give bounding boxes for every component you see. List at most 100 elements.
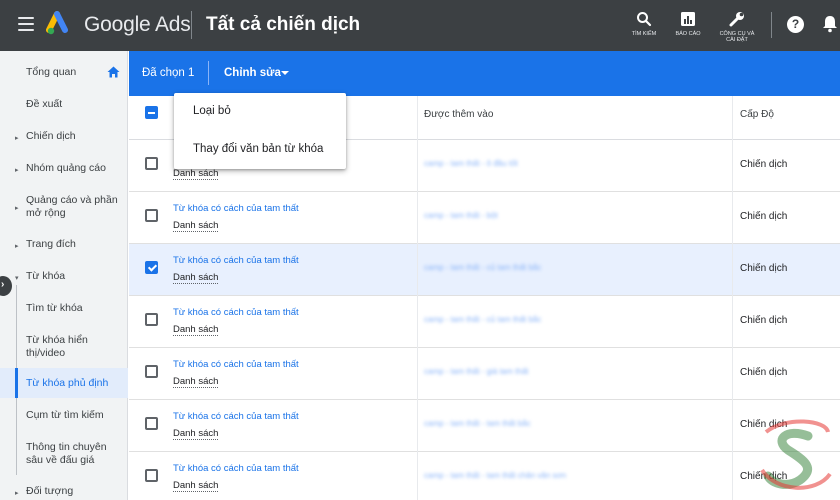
- row-checkbox[interactable]: [145, 469, 158, 482]
- menu-item-change-keyword-text[interactable]: Thay đổi văn bản từ khóa: [193, 143, 323, 155]
- table-row[interactable]: Từ khóa có cách của tam thất Danh sách c…: [129, 296, 840, 348]
- search-icon: [633, 8, 655, 30]
- select-all-checkbox[interactable]: [145, 106, 158, 119]
- sidebar-item-search-terms[interactable]: Cụm từ tìm kiếm: [0, 409, 128, 425]
- wrench-icon: [726, 8, 748, 30]
- toolbar-divider: [771, 12, 772, 38]
- sidebar-nav: Tổng quan Đề xuất ▸ Chiến dịch ▸ Nhóm qu…: [0, 51, 128, 500]
- chevron-right-icon: ▸: [15, 490, 19, 497]
- row-list-link[interactable]: Danh sách: [173, 480, 219, 492]
- chevron-right-icon: ▸: [15, 135, 19, 142]
- sidebar-item-label: mở rộng: [26, 207, 66, 219]
- table-row[interactable]: Từ khóa có cách của tam thất Danh sách c…: [129, 348, 840, 400]
- chevron-right-icon: ▸: [15, 167, 19, 174]
- row-keyword-link[interactable]: Từ khóa có cách của tam thất: [173, 411, 299, 422]
- table-row-selected[interactable]: Từ khóa có cách của tam thất Danh sách c…: [129, 244, 840, 296]
- row-added-to[interactable]: camp - tam thất - ô đầu tốt: [424, 159, 518, 168]
- column-divider: [417, 96, 418, 500]
- row-added-to[interactable]: camp - tam thất - củ tam thất bắc: [424, 315, 541, 324]
- chevron-right-icon: ▸: [15, 243, 19, 250]
- row-list-link[interactable]: Danh sách: [173, 168, 219, 180]
- bell-icon[interactable]: [822, 15, 838, 33]
- sidebar-item-keyword-planner[interactable]: Tìm từ khóa: [0, 302, 128, 318]
- row-added-to[interactable]: camp - tam thất - bột: [424, 211, 498, 220]
- row-list-link[interactable]: Danh sách: [173, 376, 219, 388]
- sidebar-item-display-video-keywords[interactable]: Từ khóa hiển thị/video: [0, 334, 128, 362]
- reports-tool-button[interactable]: Báo cáo: [670, 8, 706, 37]
- row-keyword-link[interactable]: Từ khóa có cách của tam thất: [173, 463, 299, 474]
- row-list-link[interactable]: Danh sách: [173, 220, 219, 232]
- chevron-right-icon: ▸: [15, 205, 19, 212]
- sidebar-item-ad-groups[interactable]: ▸ Nhóm quảng cáo: [0, 162, 128, 178]
- row-checkbox[interactable]: [145, 365, 158, 378]
- sidebar-item-label: Nhóm quảng cáo: [26, 162, 106, 174]
- row-level: Chiến dịch: [740, 159, 788, 170]
- column-divider: [732, 96, 733, 500]
- row-checkbox-checked[interactable]: [145, 261, 158, 274]
- row-list-link[interactable]: Danh sách: [173, 272, 219, 284]
- row-checkbox[interactable]: [145, 209, 158, 222]
- row-checkbox[interactable]: [145, 157, 158, 170]
- sidebar-item-label: Từ khóa phủ định: [26, 377, 109, 389]
- selected-count: Đã chọn 1: [142, 67, 195, 79]
- tools-settings-label-2: cài đặt: [726, 37, 748, 43]
- sidebar-item-label: Từ khóa hiển: [26, 334, 88, 346]
- sidebar-item-label: Quảng cáo và phần: [26, 194, 118, 206]
- sidebar-item-label: Thông tin chuyên: [26, 441, 107, 453]
- row-added-to[interactable]: camp - tam thất - tam thất bắc: [424, 419, 531, 428]
- sidebar-item-label: Đối tượng: [26, 485, 74, 497]
- edit-dropdown-menu: Loại bỏ Thay đổi văn bản từ khóa: [174, 93, 346, 169]
- selection-action-bar: Đã chọn 1 Chỉnh sửa: [129, 51, 840, 96]
- row-list-link[interactable]: Danh sách: [173, 324, 219, 336]
- tools-settings-button[interactable]: Công cụ và cài đặt: [712, 8, 762, 43]
- sidebar-item-keywords[interactable]: ▾ Từ khóa: [0, 270, 128, 286]
- top-app-bar: Google Ads Tất cả chiến dịch Tìm kiếm Bá…: [0, 0, 840, 51]
- sidebar-item-landing-pages[interactable]: ▸ Trang đích: [0, 238, 128, 254]
- search-tool-button[interactable]: Tìm kiếm: [626, 8, 662, 37]
- row-list-link[interactable]: Danh sách: [173, 428, 219, 440]
- sidebar-item-negative-keywords[interactable]: Từ khóa phủ định: [0, 368, 128, 398]
- sidebar-item-audiences[interactable]: ▸ Đối tượng: [0, 485, 128, 500]
- sidebar-item-recommendations[interactable]: Đề xuất: [0, 98, 128, 114]
- table-row[interactable]: Từ khóa có cách của tam thất Danh sách c…: [129, 192, 840, 244]
- column-header-level[interactable]: Cấp Độ: [740, 109, 774, 120]
- table-row[interactable]: Từ khóa có cách của tam thất Danh sách c…: [129, 400, 840, 452]
- sidebar-item-ads-extensions[interactable]: ▸ Quảng cáo và phần mở rộng: [0, 194, 128, 222]
- reports-tool-label: Báo cáo: [675, 31, 701, 37]
- row-added-to[interactable]: camp - tam thất - củ tam thất bắc: [424, 263, 541, 272]
- chevron-down-icon: ▾: [15, 275, 19, 282]
- row-added-to[interactable]: camp - tam thất - tam thất chân văn sơn: [424, 471, 566, 480]
- brand-name: Google Ads: [84, 13, 191, 36]
- menu-icon[interactable]: [18, 17, 34, 31]
- sidebar-item-campaigns[interactable]: ▸ Chiến dịch: [0, 130, 128, 146]
- sidebar-item-label: Trang đích: [26, 238, 76, 250]
- sidebar-item-label: Chiến dịch: [26, 130, 76, 142]
- help-icon[interactable]: ?: [787, 16, 804, 33]
- title-divider: [191, 11, 192, 39]
- row-level: Chiến dịch: [740, 367, 788, 378]
- table-row[interactable]: Từ khóa có cách của tam thất Danh sách c…: [129, 452, 840, 500]
- row-keyword-link[interactable]: Từ khóa có cách của tam thất: [173, 307, 299, 318]
- row-added-to[interactable]: camp - tam thất - giá tam thất: [424, 367, 528, 376]
- watermark-logo: [760, 419, 832, 490]
- row-level: Chiến dịch: [740, 315, 788, 326]
- google-ads-logo[interactable]: [46, 11, 76, 37]
- row-keyword-link[interactable]: Từ khóa có cách của tam thất: [173, 203, 299, 214]
- row-keyword-link[interactable]: Từ khóa có cách của tam thất: [173, 359, 299, 370]
- row-keyword-link[interactable]: Từ khóa có cách của tam thất: [173, 255, 299, 266]
- sidebar-item-label: Tổng quan: [26, 66, 77, 78]
- chevron-right-icon: ›: [1, 279, 5, 290]
- row-checkbox[interactable]: [145, 417, 158, 430]
- edit-dropdown-button[interactable]: Chỉnh sửa: [224, 67, 281, 79]
- home-icon: [107, 66, 120, 78]
- sidebar-item-label: Cụm từ tìm kiếm: [26, 409, 104, 421]
- search-tool-label: Tìm kiếm: [631, 31, 657, 37]
- row-checkbox[interactable]: [145, 313, 158, 326]
- caret-down-icon[interactable]: [281, 71, 289, 75]
- column-header-added-to[interactable]: Được thêm vào: [424, 109, 493, 120]
- sidebar-item-auction-insights[interactable]: Thông tin chuyên sâu về đấu giá: [0, 441, 128, 469]
- sidebar-item-label: sâu về đấu giá: [26, 454, 95, 466]
- sidebar-item-label: Từ khóa: [26, 270, 66, 282]
- page-title: Tất cả chiến dịch: [206, 14, 361, 35]
- menu-item-remove[interactable]: Loại bỏ: [193, 105, 231, 117]
